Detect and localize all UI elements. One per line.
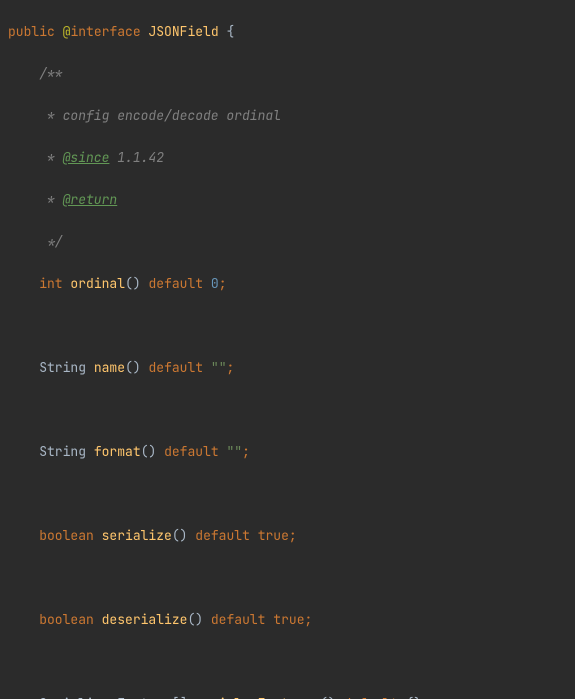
lbrace: {: [226, 23, 234, 40]
code-line[interactable]: */: [8, 231, 507, 252]
type-serializer-feature-array: SerializerFeature[]: [39, 695, 187, 699]
keyword-interface: interface: [70, 23, 140, 40]
code-line[interactable]: boolean serialize() default true;: [8, 525, 507, 546]
javadoc-tag-since: @since: [63, 149, 110, 166]
literal-true: true: [273, 611, 304, 628]
javadoc-tag-return: @return: [63, 191, 118, 208]
method-serialize: serialize: [102, 527, 172, 544]
type-boolean: boolean: [39, 611, 94, 628]
javadoc: */: [8, 233, 63, 250]
code-area[interactable]: public @interface JSONField { /** * conf…: [8, 0, 507, 699]
code-line[interactable]: * @return: [8, 189, 507, 210]
code-line[interactable]: public @interface JSONField {: [8, 21, 507, 42]
code-line[interactable]: * @since 1.1.42: [8, 147, 507, 168]
keyword-default: default: [211, 611, 266, 628]
literal-empty-string: "": [211, 359, 227, 376]
code-line[interactable]: boolean deserialize() default true;: [8, 609, 507, 630]
javadoc: *: [8, 191, 63, 208]
keyword-default: default: [148, 275, 203, 292]
code-line[interactable]: String format() default "";: [8, 441, 507, 462]
code-line[interactable]: int ordinal() default 0;: [8, 273, 507, 294]
literal-zero: 0: [211, 275, 219, 292]
code-line[interactable]: [8, 315, 507, 336]
code-line[interactable]: [8, 483, 507, 504]
method-ordinal: ordinal: [70, 275, 125, 292]
keyword-public: public: [8, 23, 55, 40]
method-serialze-features: serialzeFeatures: [195, 695, 320, 699]
keyword-default: default: [148, 359, 203, 376]
type-int: int: [39, 275, 62, 292]
type-boolean: boolean: [39, 527, 94, 544]
method-format: format: [94, 443, 141, 460]
code-line[interactable]: String name() default "";: [8, 357, 507, 378]
javadoc: *: [8, 149, 63, 166]
code-line[interactable]: /**: [8, 63, 507, 84]
code-line[interactable]: SerializerFeature[] serialzeFeatures() d…: [8, 693, 507, 699]
method-deserialize: deserialize: [102, 611, 188, 628]
keyword-default: default: [164, 443, 219, 460]
keyword-default: default: [195, 527, 250, 544]
keyword-default: default: [343, 695, 398, 699]
javadoc-text: config encode/decode ordinal: [63, 107, 281, 124]
method-name: name: [94, 359, 125, 376]
javadoc-version: 1.1.42: [109, 149, 164, 166]
type-string: String: [39, 359, 86, 376]
code-line[interactable]: [8, 567, 507, 588]
code-line[interactable]: [8, 651, 507, 672]
gutter: [0, 0, 8, 699]
code-line[interactable]: * config encode/decode ordinal: [8, 105, 507, 126]
literal-empty-string: "": [227, 443, 243, 460]
type-name: JSONField: [148, 23, 218, 40]
code-editor[interactable]: public @interface JSONField { /** * conf…: [0, 0, 575, 699]
literal-true: true: [258, 527, 289, 544]
type-string: String: [39, 443, 86, 460]
javadoc: *: [8, 107, 63, 124]
code-line[interactable]: [8, 399, 507, 420]
javadoc: /**: [8, 65, 63, 82]
